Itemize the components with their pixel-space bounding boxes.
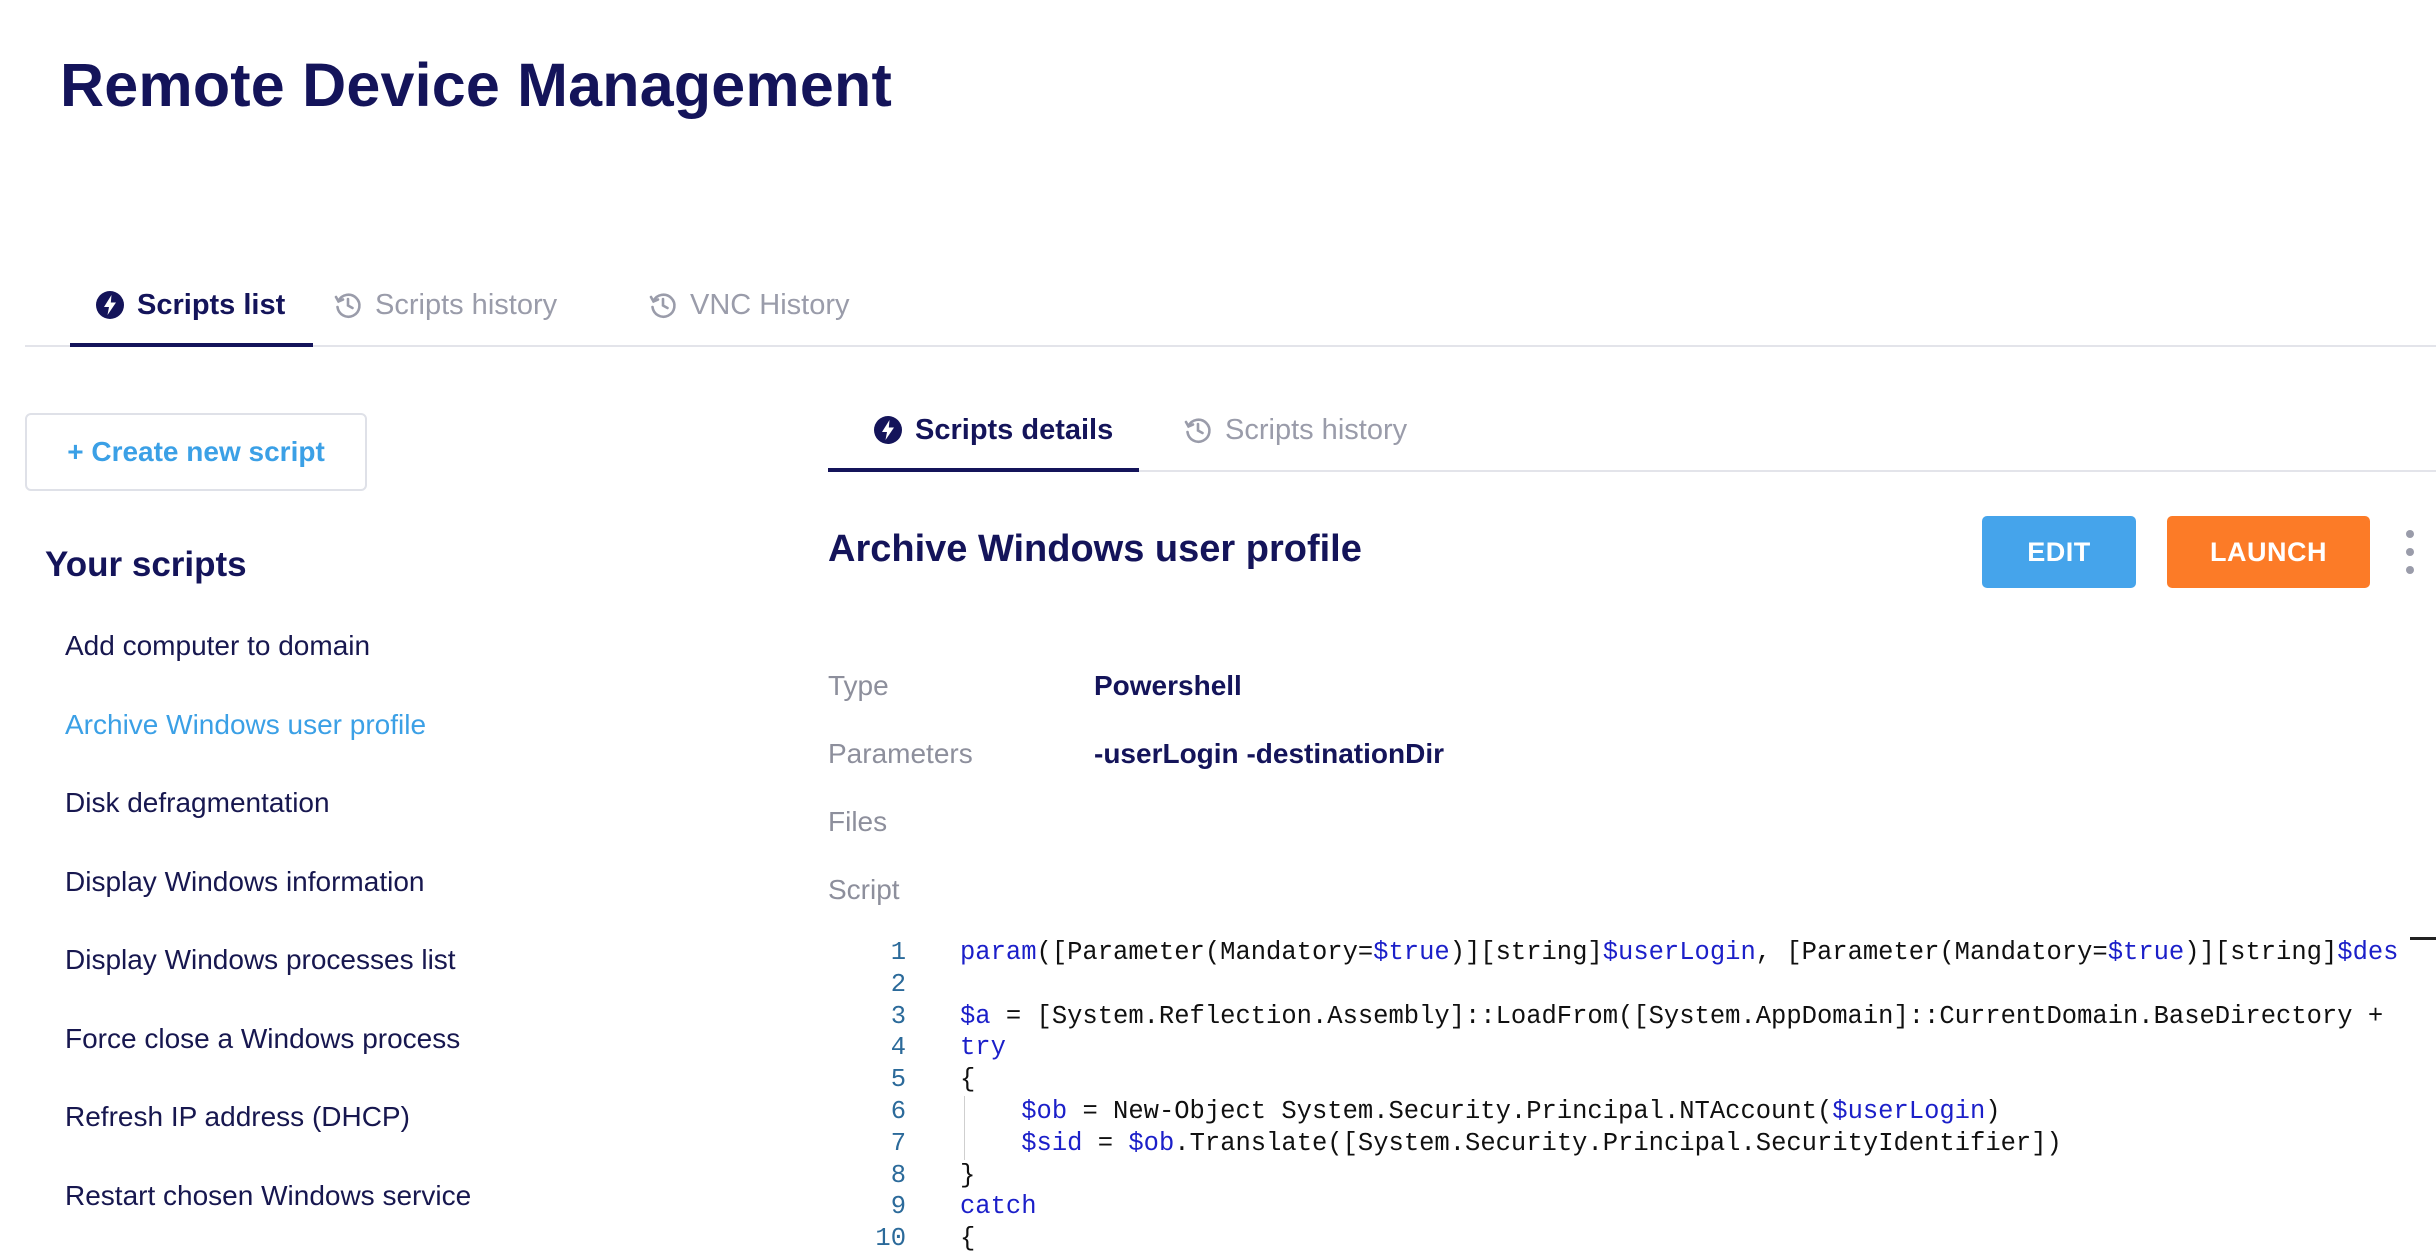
code-text: { [960, 1224, 976, 1254]
code-line: 4 try [828, 1032, 2436, 1064]
code-line: 3 $a = [System.Reflection.Assembly]::Load… [828, 1001, 2436, 1033]
code-line: 7 $sid = $ob.Translate([System.Security.… [828, 1128, 2436, 1160]
line-number: 8 [890, 1160, 906, 1190]
line-number: 3 [890, 1001, 906, 1031]
code-line: 10 { [828, 1223, 2436, 1255]
code-text: try [960, 1033, 1006, 1063]
code-text: catch [960, 1192, 1037, 1222]
line-number: 10 [875, 1224, 906, 1254]
parameters-label: Parameters [828, 738, 973, 769]
line-number: 5 [890, 1065, 906, 1095]
page-title: Remote Device Management [60, 51, 892, 119]
files-label: Files [828, 806, 888, 837]
line-number: 4 [890, 1033, 906, 1063]
bolt-icon [95, 290, 125, 320]
more-options-icon[interactable] [2398, 530, 2422, 574]
script-list-item[interactable]: Refresh IP address (DHCP) [65, 1091, 471, 1170]
history-icon [648, 290, 678, 320]
code-text: param([Parameter(Mandatory=$true)][strin… [960, 938, 2399, 967]
line-number: 2 [890, 969, 906, 999]
script-list-item-selected[interactable]: Archive Windows user profile [65, 699, 471, 778]
code-line: 6 $ob = New-Object System.Security.Princ… [828, 1096, 2436, 1128]
type-value: Powershell [1094, 670, 1242, 701]
code-text: $ob = New-Object System.Security.Princip… [1021, 1097, 2001, 1126]
line-number: 1 [890, 938, 906, 967]
script-label: Script [828, 874, 900, 905]
line-number: 9 [890, 1192, 906, 1222]
code-editor[interactable]: 1 param([Parameter(Mandatory=$true)][stri… [828, 935, 2436, 1257]
tab-label: VNC History [690, 288, 850, 321]
script-list-item[interactable]: Display Windows information [65, 856, 471, 935]
create-new-script-button[interactable]: + Create new script [25, 413, 367, 491]
code-line: 8} [828, 1160, 2436, 1192]
tab-label: Scripts details [915, 413, 1114, 446]
tab-vnc-history[interactable]: VNC History [648, 265, 850, 345]
code-line: 2 [828, 969, 2436, 1001]
code-line: 1 param([Parameter(Mandatory=$true)][stri… [828, 937, 2436, 969]
script-list-item[interactable]: Restart chosen Windows service [65, 1170, 471, 1249]
line-number: 6 [890, 1097, 906, 1126]
code-line: 5{ [828, 1064, 2436, 1096]
script-list-item[interactable]: Display Windows processes list [65, 934, 471, 1013]
tab-label: Scripts history [375, 288, 558, 321]
your-scripts-heading: Your scripts [45, 545, 247, 584]
code-text: } [960, 1160, 976, 1190]
code-text: { [960, 1065, 976, 1095]
script-list-item[interactable]: Force close a Windows process [65, 1013, 471, 1092]
code-text: $a = [System.Reflection.Assembly]::LoadF… [960, 1001, 2384, 1031]
tab-scripts-list[interactable]: Scripts list [70, 265, 313, 347]
type-label: Type [828, 670, 889, 701]
main-tabs: Scripts list Scripts history VNC History [25, 265, 2436, 347]
launch-button[interactable]: LAUNCH [2167, 516, 2370, 588]
history-icon [333, 290, 363, 320]
code-text: $sid = $ob.Translate([System.Security.Pr… [1021, 1128, 2062, 1158]
code-line: 9 catch [828, 1191, 2436, 1223]
edit-button[interactable]: EDIT [1982, 516, 2136, 588]
tab-scripts-history[interactable]: Scripts history [333, 265, 557, 345]
tab-label: Scripts list [137, 288, 286, 321]
script-list-item[interactable]: Disk defragmentation [65, 777, 471, 856]
bolt-icon [873, 415, 903, 445]
script-title: Archive Windows user profile [828, 528, 1362, 570]
tab-label: Scripts history [1225, 413, 1408, 446]
tab-script-history[interactable]: Scripts history [1183, 390, 1407, 470]
line-number: 7 [890, 1128, 906, 1158]
detail-tabs: Scripts details Scripts history [828, 390, 2436, 472]
parameters-value: -userLogin -destinationDir [1094, 738, 1444, 769]
script-list-item[interactable]: Add computer to domain [65, 620, 471, 699]
script-list: Add computer to domain Archive Windows u… [65, 620, 471, 1248]
history-icon [1183, 415, 1213, 445]
tab-scripts-details[interactable]: Scripts details [828, 390, 1139, 472]
